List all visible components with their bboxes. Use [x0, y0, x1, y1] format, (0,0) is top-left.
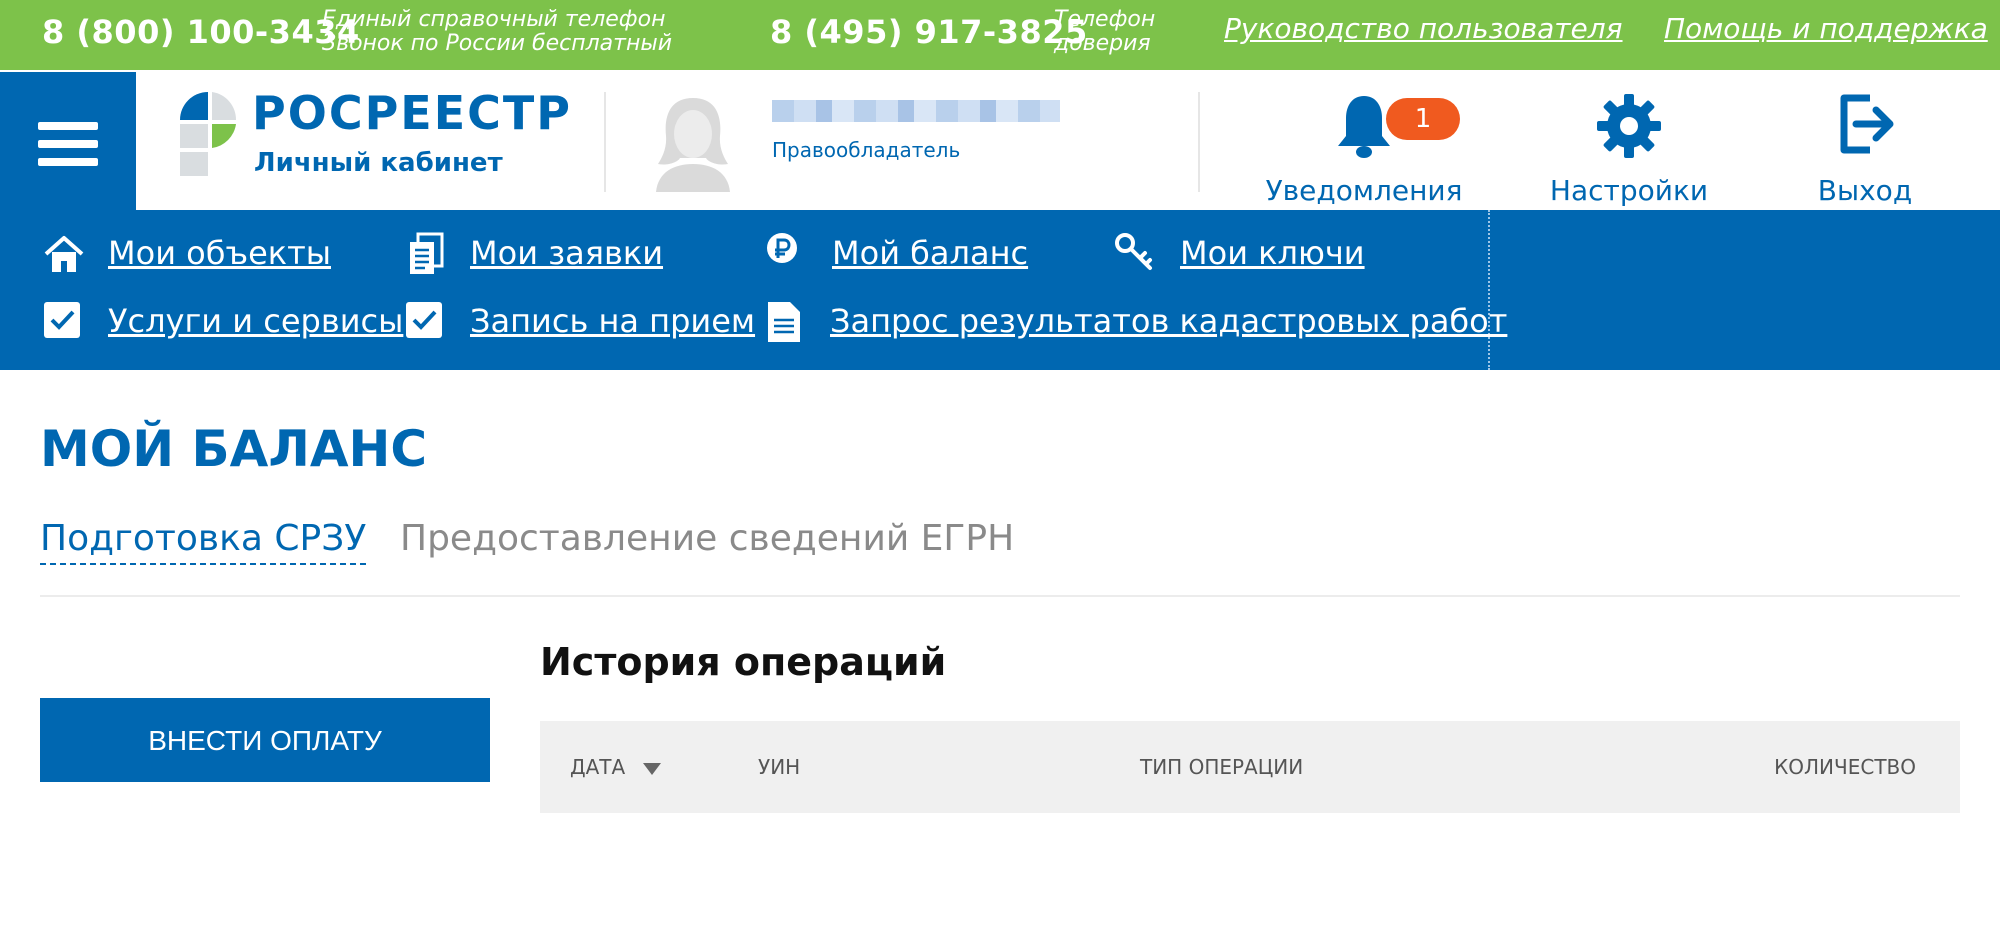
- tabs-divider: [40, 595, 1960, 597]
- hotline-caption: Единый справочный телефон Звонок по Росс…: [322, 8, 672, 56]
- tab-egrn-information[interactable]: Предоставление сведений ЕГРН: [400, 518, 1014, 559]
- settings-label: Настройки: [1549, 174, 1709, 207]
- trust-caption: Телефон доверия: [1054, 8, 1155, 56]
- nav-label: Запись на прием: [470, 302, 756, 340]
- logout-icon: [1840, 94, 1894, 154]
- nav-label: Мои ключи: [1180, 234, 1365, 272]
- user-avatar-icon: [656, 98, 730, 192]
- help-support-link[interactable]: Помощь и поддержка: [1664, 12, 1988, 45]
- menu-button[interactable]: [0, 72, 136, 210]
- header-separator: [1198, 92, 1200, 192]
- nav-label: Мои объекты: [108, 234, 331, 272]
- documents-icon: [410, 232, 444, 274]
- column-operation-type: ТИП ОПЕРАЦИИ: [1140, 755, 1304, 779]
- home-icon: [44, 236, 84, 272]
- nav-label: Мои заявки: [470, 234, 664, 272]
- notifications-label: Уведомления: [1265, 174, 1463, 207]
- history-title: История операций: [540, 640, 947, 684]
- logo-emblem-icon: [180, 92, 237, 176]
- user-manual-link[interactable]: Руководство пользователя: [1224, 12, 1623, 45]
- key-icon: [1115, 233, 1152, 270]
- nav-label: Запрос результатов кадастровых работ: [830, 302, 1508, 340]
- checkbox-icon: [44, 302, 80, 338]
- trust-caption-line1: Телефон: [1054, 7, 1156, 32]
- notifications-count-badge: 1: [1386, 98, 1460, 140]
- avatar[interactable]: [648, 92, 738, 192]
- trust-phone[interactable]: 8 (495) 917-3825: [770, 13, 1088, 51]
- tab-srzu-preparation[interactable]: Подготовка СРЗУ: [40, 518, 367, 565]
- nav-label: Услуги и сервисы: [108, 302, 404, 340]
- hotline-caption-line2: Звонок по России бесплатный: [322, 31, 672, 56]
- column-quantity: КОЛИЧЕСТВО: [1774, 755, 1916, 779]
- menu-icon-bar: [38, 122, 98, 130]
- menu-icon-bar: [38, 140, 98, 148]
- hotline-caption-line1: Единый справочный телефон: [322, 7, 666, 32]
- page-title: МОЙ БАЛАНС: [40, 420, 428, 478]
- main-navigation: Мои объекты Мои заявки Мой баланс Мои кл…: [0, 210, 2000, 370]
- top-info-bar: 8 (800) 100-3434 Единый справочный телеф…: [0, 0, 2000, 70]
- settings-button[interactable]: Настройки: [1544, 86, 1714, 210]
- history-table-header: ДАТА УИН ТИП ОПЕРАЦИИ КОЛИЧЕСТВО: [540, 721, 1960, 813]
- column-date-label: ДАТА: [570, 755, 626, 779]
- nav-label: Мой баланс: [832, 234, 1029, 272]
- user-role: Правообладатель: [772, 138, 961, 162]
- logo-subtitle: Личный кабинет: [254, 148, 503, 178]
- column-uin: УИН: [758, 755, 801, 779]
- nav-divider: [1488, 210, 1490, 370]
- logout-label: Выход: [1817, 174, 1913, 207]
- hotline-phone[interactable]: 8 (800) 100-3434: [42, 13, 360, 51]
- ruble-icon: [767, 233, 797, 263]
- document-icon: [768, 302, 800, 342]
- checkbox-icon: [406, 302, 442, 338]
- user-name-redacted: [772, 100, 1060, 122]
- header: РОСРЕЕСТР Личный кабинет Правообладатель…: [0, 70, 2000, 210]
- menu-icon-bar: [38, 158, 98, 166]
- logout-button[interactable]: Выход: [1800, 86, 1930, 210]
- column-date[interactable]: ДАТА: [570, 755, 662, 779]
- bell-icon: [1338, 96, 1390, 158]
- make-payment-button[interactable]: ВНЕСТИ ОПЛАТУ: [40, 698, 490, 782]
- header-separator: [604, 92, 606, 192]
- sort-desc-icon[interactable]: [643, 762, 662, 775]
- gear-icon: [1597, 94, 1661, 158]
- trust-caption-line2: доверия: [1054, 31, 1151, 56]
- rosreestr-logo[interactable]: РОСРЕЕСТР Личный кабинет: [178, 86, 578, 190]
- logo-brand-text: РОСРЕЕСТР: [252, 86, 572, 140]
